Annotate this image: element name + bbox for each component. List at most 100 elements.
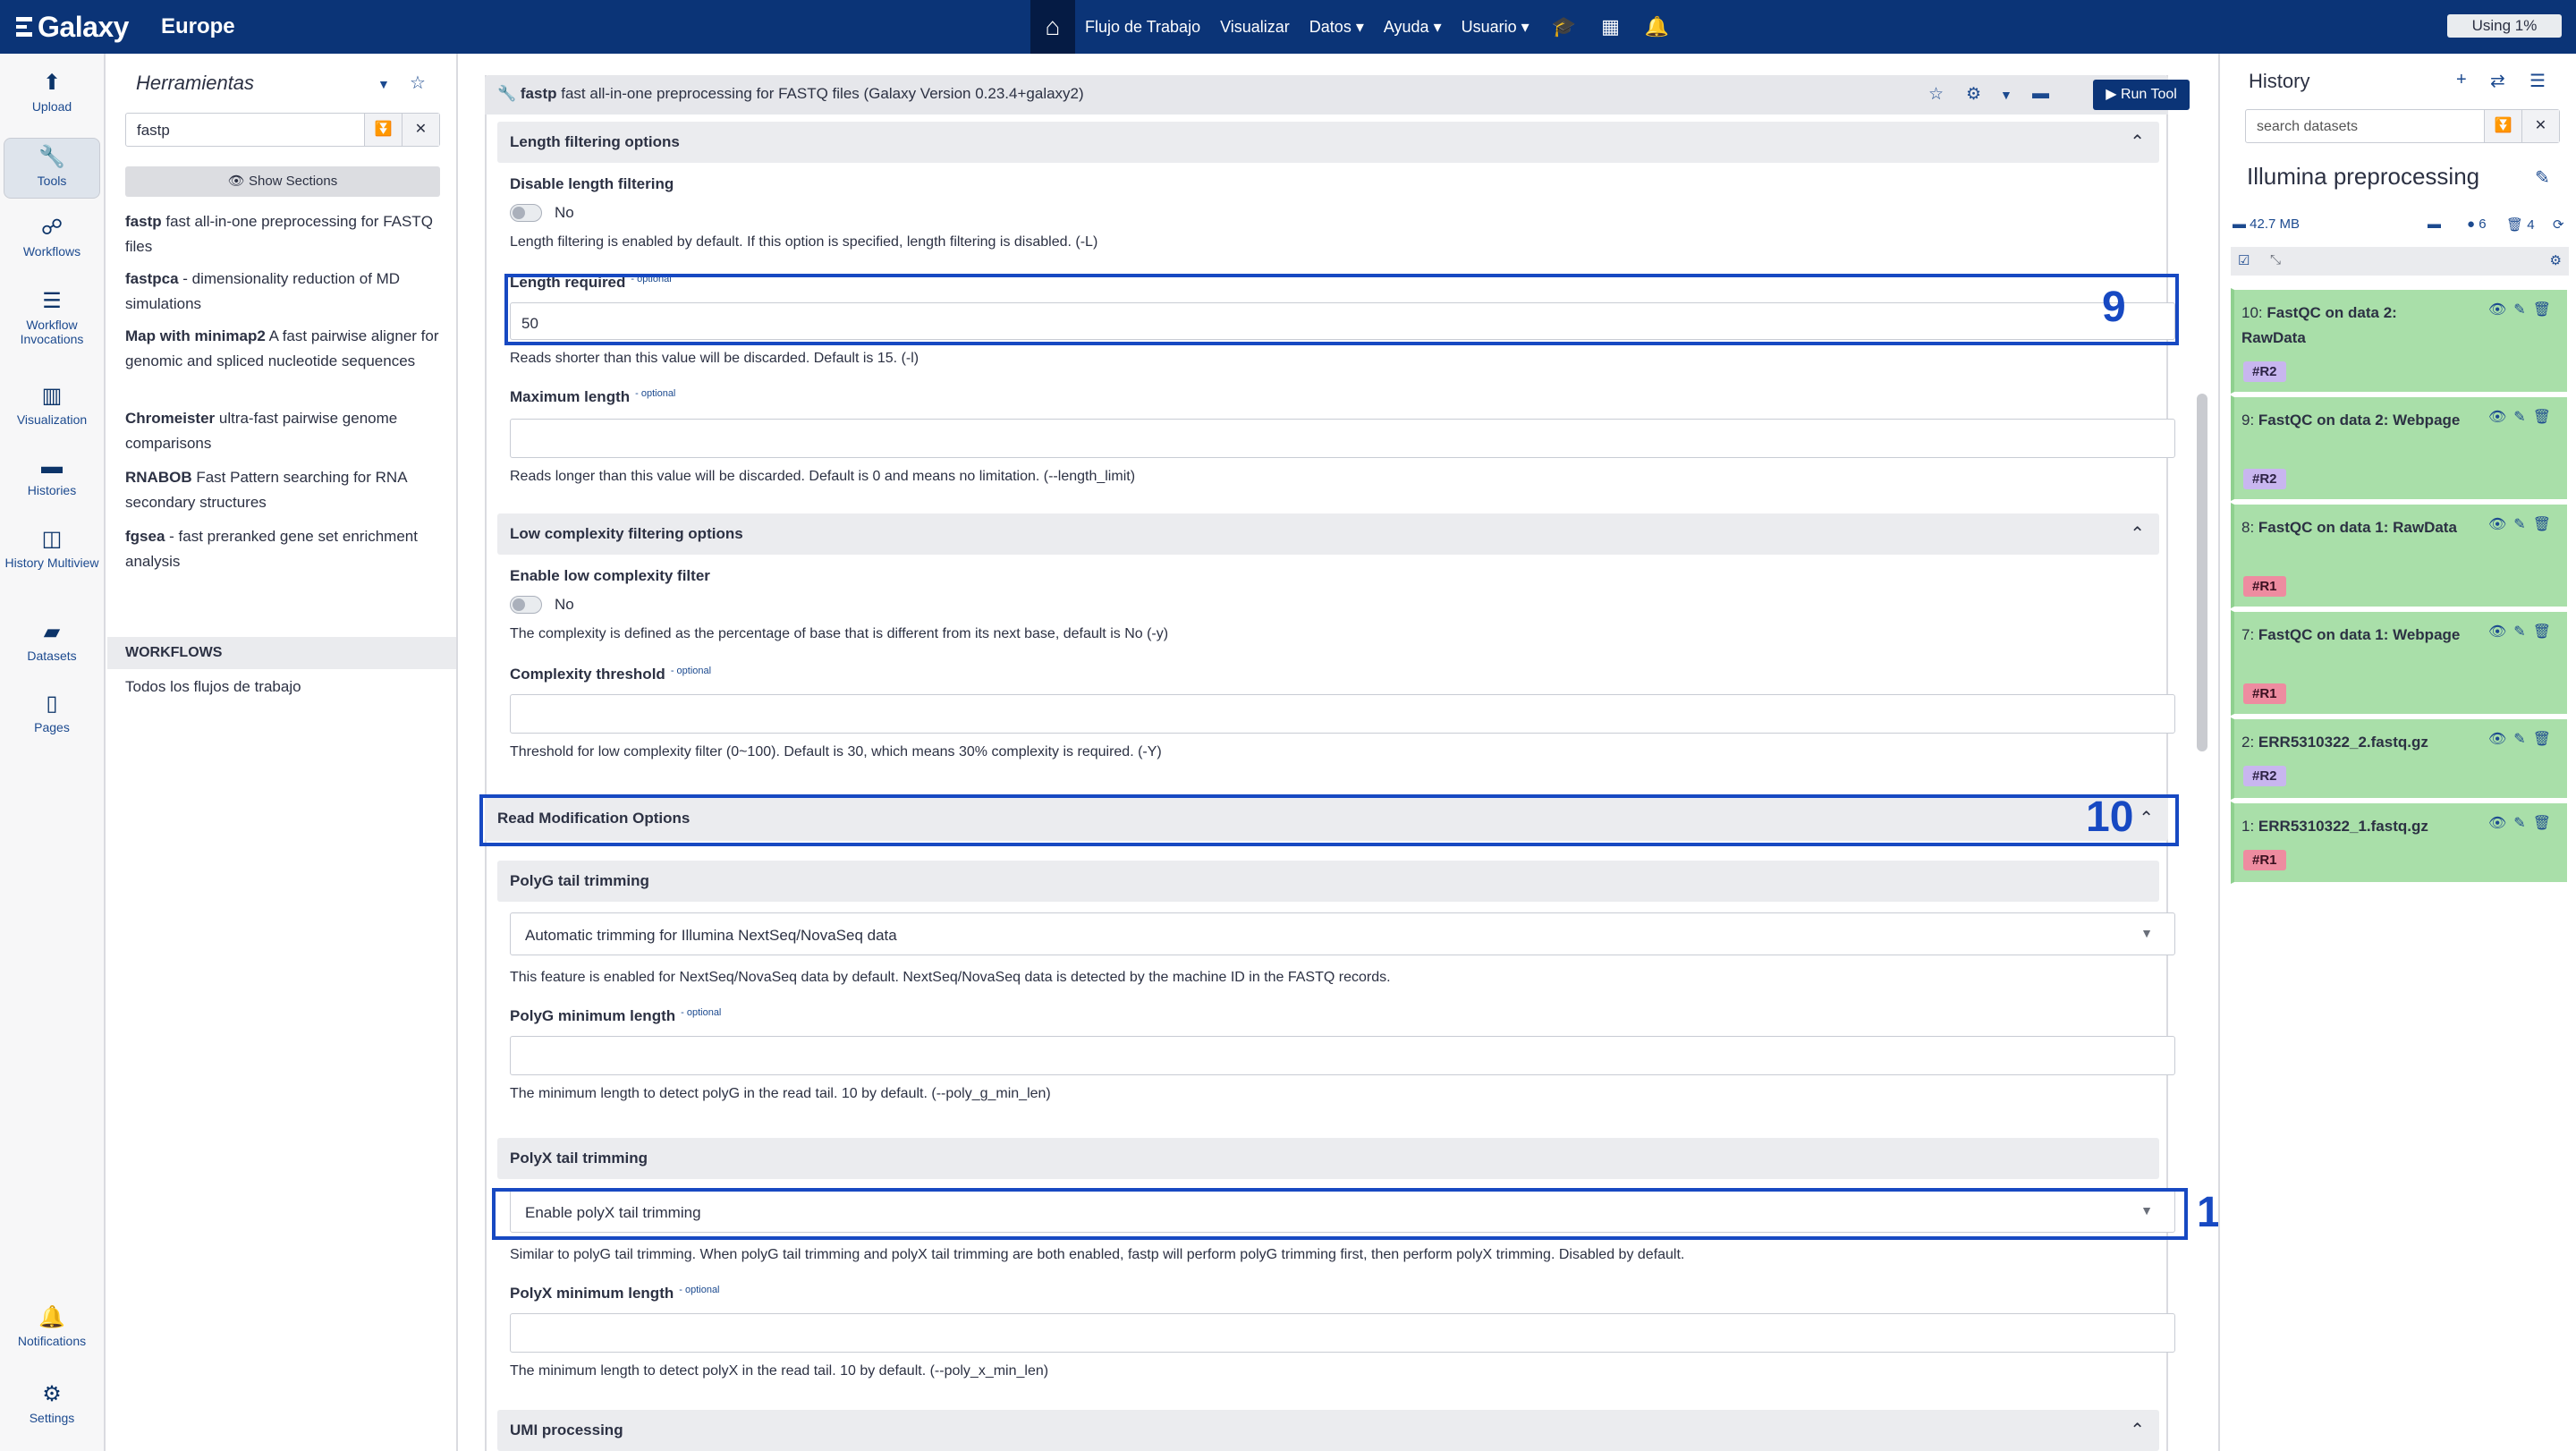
storage-icon[interactable]: ▬ bbox=[2428, 216, 2441, 232]
history-search-input[interactable]: search datasets bbox=[2257, 119, 2358, 135]
map-marker-icon: ● bbox=[2467, 216, 2479, 232]
polyg-min-input[interactable] bbox=[510, 1036, 2175, 1075]
history-item[interactable]: 7: FastQC on data 1: Webpage 👁✎🗑 #R1 bbox=[2231, 610, 2569, 716]
activity-pages[interactable]: ▯ Pages bbox=[4, 691, 100, 734]
length-filtering-section[interactable]: Length filtering options ⌃ bbox=[497, 122, 2159, 163]
cubes-icon[interactable]: ⚙ bbox=[1966, 84, 1981, 105]
optional-hint: - optional bbox=[635, 388, 676, 399]
max-length-input[interactable] bbox=[510, 419, 2175, 458]
nav-data[interactable]: Datos ▾ bbox=[1300, 18, 1374, 37]
item-actions-icons[interactable]: 👁✎🗑 bbox=[2488, 730, 2558, 748]
enable-low-toggle[interactable]: No bbox=[510, 596, 574, 614]
activity-datasets[interactable]: ▰ Datasets bbox=[4, 619, 100, 663]
nav-visualize[interactable]: Visualizar bbox=[1210, 18, 1300, 37]
deleted-count-value: 4 bbox=[2527, 217, 2535, 233]
history-item[interactable]: 2: ERR5310322_2.fastq.gz 👁✎🗑 #R2 bbox=[2231, 717, 2569, 800]
options-caret-icon[interactable]: ▼ bbox=[2000, 88, 2012, 102]
deleted-count[interactable]: 🗑 4 bbox=[2506, 216, 2535, 233]
item-tag[interactable]: #R1 bbox=[2243, 683, 2286, 704]
activity-histories[interactable]: ▬ Histories bbox=[4, 454, 100, 497]
pencil-icon[interactable]: ✎ bbox=[2535, 166, 2550, 189]
plus-icon[interactable]: + bbox=[2456, 70, 2467, 90]
tool-item-fastp[interactable]: fastp fast all-in-one preprocessing for … bbox=[125, 209, 440, 259]
complexity-input[interactable] bbox=[510, 694, 2175, 734]
collapse-icon[interactable]: ⤡ bbox=[2270, 252, 2281, 267]
menu-icon[interactable]: ☰ bbox=[2529, 70, 2546, 92]
tool-search[interactable]: fastp ⏬ ✕ bbox=[125, 113, 440, 147]
advanced-search-icon[interactable]: ⏬ bbox=[2484, 110, 2521, 142]
activity-notifications[interactable]: 🔔 Notifications bbox=[4, 1304, 100, 1348]
disable-length-toggle[interactable]: No bbox=[510, 204, 574, 222]
favorite-star-icon[interactable]: ☆ bbox=[1928, 84, 1944, 105]
refresh-icon[interactable]: ⟳ bbox=[2553, 216, 2564, 233]
scrollbar-thumb[interactable] bbox=[2197, 394, 2207, 751]
polyx-section[interactable]: PolyX tail trimming bbox=[497, 1138, 2159, 1179]
item-tag[interactable]: #R2 bbox=[2243, 766, 2286, 786]
item-actions-icons[interactable]: 👁✎🗑 bbox=[2488, 515, 2558, 533]
activity-workflow-invocations[interactable]: ☰ Workflow Invocations bbox=[4, 288, 100, 346]
galaxy-logo[interactable]: Galaxy bbox=[16, 11, 129, 44]
toggle-label: No bbox=[555, 204, 574, 221]
home-icon[interactable]: ⌂ bbox=[1030, 0, 1075, 54]
tool-item-minimap2[interactable]: Map with minimap2 A fast pairwise aligne… bbox=[125, 324, 440, 374]
item-actions-icons[interactable]: 👁✎🗑 bbox=[2488, 623, 2558, 641]
nav-help[interactable]: Ayuda ▾ bbox=[1374, 18, 1452, 37]
item-tag[interactable]: #R1 bbox=[2243, 576, 2286, 597]
graduation-cap-icon[interactable]: 🎓 bbox=[1539, 15, 1589, 38]
history-item[interactable]: 1: ERR5310322_1.fastq.gz 👁✎🗑 #R1 bbox=[2231, 802, 2569, 884]
history-size[interactable]: ▬ 42.7 MB bbox=[2233, 216, 2300, 232]
item-actions-icons[interactable]: 👁✎🗑 bbox=[2488, 301, 2558, 318]
history-item[interactable]: 10: FastQC on data 2: RawData 👁✎🗑 #R2 bbox=[2231, 288, 2569, 394]
gear-icon[interactable]: ⚙ bbox=[2550, 252, 2562, 268]
toggle-switch[interactable] bbox=[510, 204, 542, 222]
activity-tools[interactable]: 🔧 Tools bbox=[4, 138, 100, 199]
bell-icon[interactable]: 🔔 bbox=[1632, 15, 1682, 38]
toggle-switch[interactable] bbox=[510, 596, 542, 614]
activity-workflows[interactable]: ☍ Workflows bbox=[4, 215, 100, 259]
grid-icon[interactable]: ▦ bbox=[1589, 15, 1632, 38]
low-complexity-section[interactable]: Low complexity filtering options ⌃ bbox=[497, 513, 2159, 555]
tool-item-rnabob[interactable]: RNABOB Fast Pattern searching for RNA se… bbox=[125, 465, 440, 515]
history-item[interactable]: 9: FastQC on data 2: Webpage 👁✎🗑 #R2 bbox=[2231, 395, 2569, 501]
polyx-min-input[interactable] bbox=[510, 1313, 2175, 1353]
polyg-section[interactable]: PolyG tail trimming bbox=[497, 861, 2159, 902]
item-title: 2: ERR5310322_2.fastq.gz bbox=[2241, 730, 2483, 755]
umi-section[interactable]: UMI processing ⌃ bbox=[497, 1410, 2159, 1451]
star-icon[interactable]: ☆ bbox=[410, 72, 426, 94]
disable-length-label: Disable length filtering bbox=[510, 175, 674, 192]
item-tag[interactable]: #R2 bbox=[2243, 361, 2286, 382]
tool-panel: Herramientas ▼ ☆ fastp ⏬ ✕ 👁 Show Sectio… bbox=[107, 54, 458, 1451]
history-search[interactable]: search datasets ⏬ ✕ bbox=[2245, 109, 2560, 143]
clear-search-icon[interactable]: ✕ bbox=[2521, 110, 2559, 142]
polyg-select[interactable]: Automatic trimming for Illumina NextSeq/… bbox=[510, 912, 2175, 955]
history-item[interactable]: 8: FastQC on data 1: RawData 👁✎🗑 #R1 bbox=[2231, 503, 2569, 608]
all-workflows-link[interactable]: Todos los flujos de trabajo bbox=[125, 678, 301, 696]
tool-item-fgsea[interactable]: fgsea - fast preranked gene set enrichme… bbox=[125, 524, 440, 574]
activity-visualization[interactable]: ▥ Visualization bbox=[4, 383, 100, 427]
tool-item-fastpca[interactable]: fastpca - dimensionality reduction of MD… bbox=[125, 267, 440, 317]
caret-down-icon[interactable]: ▼ bbox=[377, 77, 390, 91]
brand[interactable]: Galaxy Europe bbox=[16, 0, 235, 54]
tool-item-chromeister[interactable]: Chromeister ultra-fast pairwise genome c… bbox=[125, 406, 440, 456]
item-tag[interactable]: #R1 bbox=[2243, 850, 2286, 870]
polyx-help: Similar to polyG tail trimming. When pol… bbox=[510, 1247, 1685, 1262]
nav-user[interactable]: Usuario ▾ bbox=[1452, 18, 1539, 37]
item-actions-icons[interactable]: 👁✎🗑 bbox=[2488, 408, 2558, 426]
advanced-search-icon[interactable]: ⏬ bbox=[364, 114, 402, 146]
activity-settings[interactable]: ⚙ Settings bbox=[4, 1381, 100, 1425]
tool-search-input[interactable]: fastp bbox=[137, 122, 170, 140]
run-tool-button[interactable]: ▶ Run Tool bbox=[2093, 80, 2190, 110]
activity-history-multiview[interactable]: ◫ History Multiview bbox=[4, 526, 100, 570]
label-text: PolyG minimum length bbox=[510, 1007, 676, 1024]
storage-icon[interactable]: ▬ bbox=[2032, 84, 2049, 104]
activity-upload[interactable]: ⬆ Upload bbox=[4, 70, 100, 114]
item-tag[interactable]: #R2 bbox=[2243, 469, 2286, 489]
select-all-icon[interactable]: ☑ bbox=[2238, 252, 2250, 268]
switch-icon[interactable]: ⇄ bbox=[2490, 70, 2505, 92]
item-actions-icons[interactable]: 👁✎🗑 bbox=[2488, 814, 2558, 832]
shown-count[interactable]: ● 6 bbox=[2467, 216, 2487, 232]
nav-workflow[interactable]: Flujo de Trabajo bbox=[1075, 18, 1210, 37]
clear-search-icon[interactable]: ✕ bbox=[402, 114, 439, 146]
quota-meter[interactable]: Using 1% bbox=[2447, 14, 2562, 38]
show-sections-button[interactable]: 👁 Show Sections bbox=[125, 166, 440, 197]
